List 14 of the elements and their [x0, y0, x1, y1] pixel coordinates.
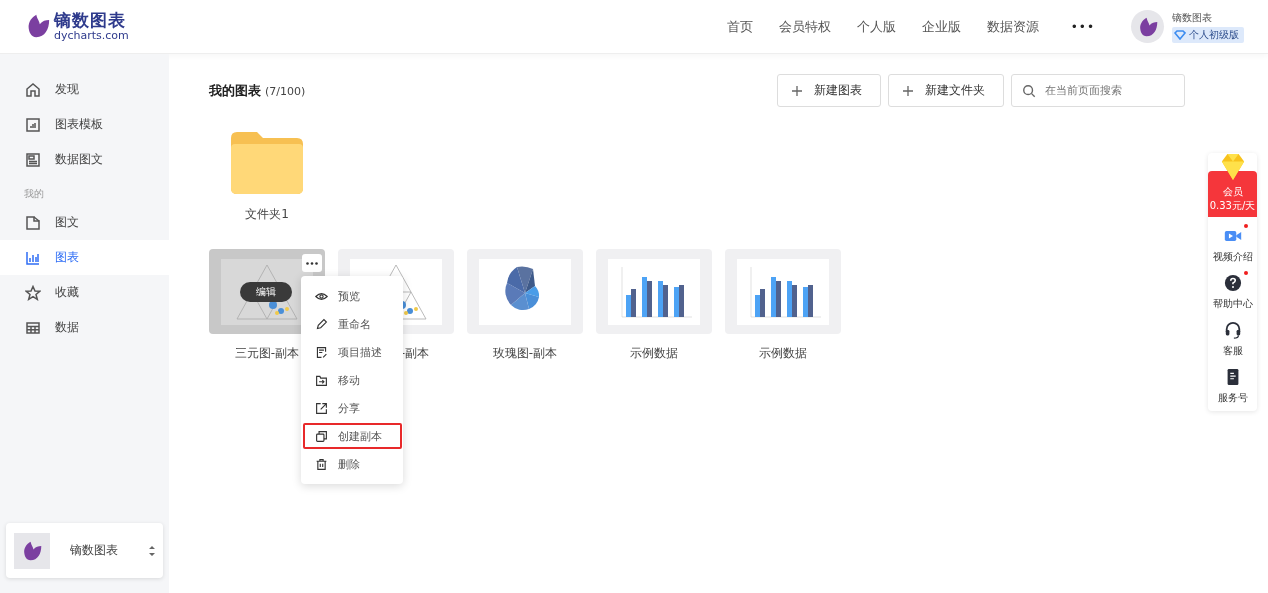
- chart-count: (7/100): [265, 84, 306, 98]
- page-title: 我的图表: [209, 81, 261, 100]
- logo-name: 镝数图表: [54, 11, 127, 30]
- chart-name: 三元图-副本: [234, 345, 300, 362]
- user-name: 镝数图表: [1172, 10, 1213, 25]
- section-label: 我的: [23, 187, 45, 201]
- chart-name: 示例数据: [759, 345, 807, 362]
- logo-domain: dycharts.com: [54, 29, 129, 42]
- plan-label: 个人初级版: [1189, 27, 1239, 42]
- chart-name: 玫瑰图-副本: [492, 345, 558, 362]
- chart-name: 示例数据: [630, 345, 678, 362]
- folder-name: 文件夹1: [245, 206, 289, 223]
- chart-name: -副本: [400, 345, 429, 362]
- account-name: 镝数图表: [70, 542, 119, 559]
